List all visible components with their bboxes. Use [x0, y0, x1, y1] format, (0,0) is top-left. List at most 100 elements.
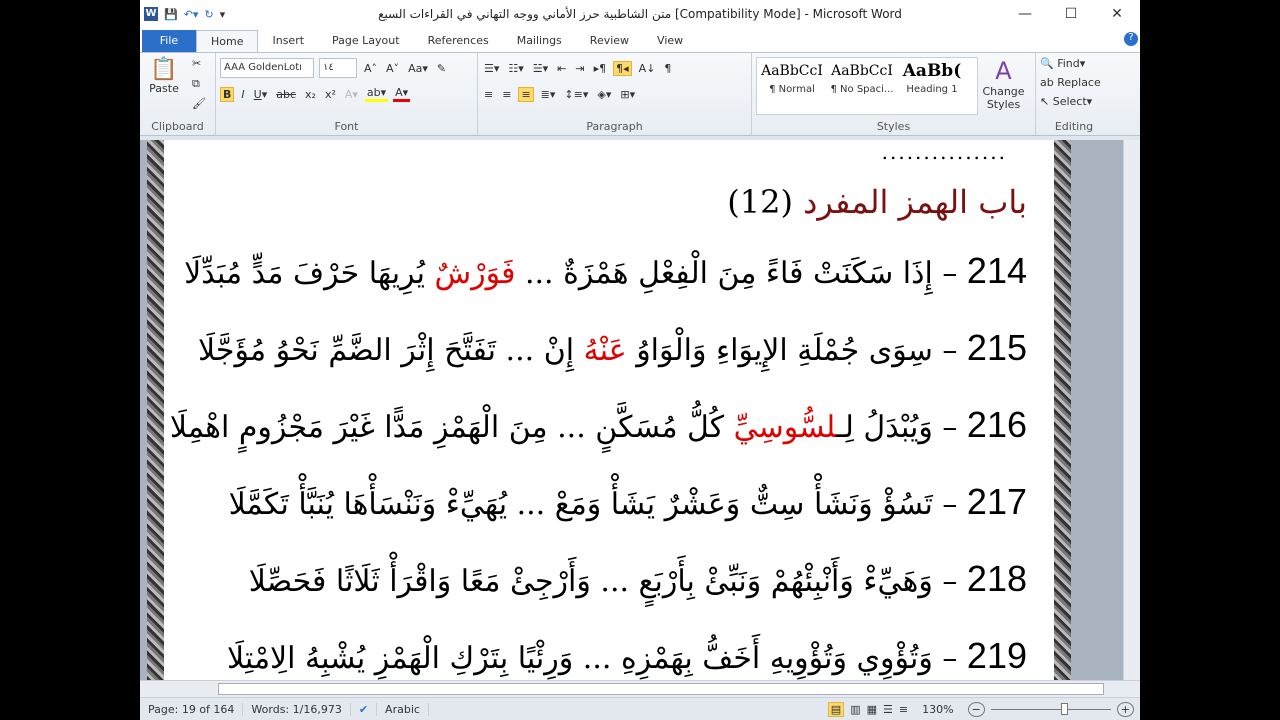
shrink-font-icon[interactable]: A˅: [384, 62, 401, 75]
style-no-spacing[interactable]: AaBbCcI ¶ No Spaci...: [827, 58, 897, 95]
zoom-in-icon[interactable]: +: [1116, 701, 1134, 717]
style-sample: AaBbCcI: [831, 63, 893, 79]
tab-references[interactable]: References: [414, 30, 503, 52]
styles-group: AaBbCcI ¶ Normal AaBbCcI ¶ No Spaci... AaBb(…: [752, 53, 1036, 135]
zoom-out-icon[interactable]: −: [967, 701, 985, 717]
verse-line: 219 – وَتُؤْوِي وَتُؤْوِيهِ أَخَفُّ بِهَ…: [227, 635, 1027, 676]
italic-button[interactable]: I: [239, 88, 246, 101]
align-left-icon[interactable]: ≡: [482, 88, 495, 101]
bullets-icon[interactable]: ☰▾: [482, 62, 501, 75]
rtl-icon[interactable]: ¶◂: [613, 60, 632, 76]
grow-font-icon[interactable]: A˄: [362, 62, 379, 75]
horizontal-scrollbar[interactable]: [140, 680, 1140, 697]
replace-button[interactable]: ab Replace: [1040, 76, 1108, 89]
word-window: W 💾 ↶▾ ↻ ▾ متن الشاطبية حرز الأماني ووجه…: [140, 0, 1140, 720]
ltr-icon[interactable]: ▸¶: [592, 62, 609, 75]
change-case-icon[interactable]: Aa▾: [406, 62, 430, 75]
paste-label: Paste: [149, 82, 179, 95]
web-layout-icon[interactable]: ▦: [867, 703, 877, 716]
tab-file[interactable]: File: [142, 30, 196, 52]
numbering-icon[interactable]: ☷▾: [506, 62, 525, 75]
verse-text: سِوَى جُمْلَةِ الإِيوَاءِ وَالْوَاوُ: [626, 333, 933, 368]
chapter-heading: باب الهمز المفرد (12): [177, 172, 1027, 232]
zoom-slider-thumb[interactable]: [1060, 702, 1068, 715]
vertical-scrollbar[interactable]: [1123, 140, 1140, 680]
full-screen-icon[interactable]: ▥: [850, 703, 860, 716]
subscript-button[interactable]: x₂: [303, 88, 318, 101]
clear-format-icon[interactable]: ✎: [435, 62, 448, 75]
bold-button[interactable]: B: [220, 86, 235, 102]
borders-icon[interactable]: ⊞▾: [618, 88, 637, 101]
tab-insert[interactable]: Insert: [258, 30, 318, 52]
font-size-select[interactable]: ١٤: [319, 58, 357, 78]
ribbon-tabs: File Home Insert Page Layout References …: [140, 28, 1140, 52]
tab-view[interactable]: View: [643, 30, 697, 52]
style-sample: AaBb(: [902, 61, 962, 81]
close-button[interactable]: ✕: [1094, 0, 1140, 28]
tab-home[interactable]: Home: [196, 30, 259, 52]
font-name-select[interactable]: AAA GoldenLotı: [220, 58, 314, 78]
style-heading-1[interactable]: AaBb(Heading 1: [897, 58, 967, 95]
superscript-button[interactable]: x²: [323, 88, 338, 101]
language[interactable]: Arabic: [377, 702, 429, 716]
shading-icon[interactable]: ◈▾: [595, 88, 613, 101]
editing-group: 🔍 Find▾ ab Replace ↖ Select▾ Editing: [1036, 53, 1112, 135]
zoom-slider[interactable]: [990, 702, 1111, 715]
proofing-icon[interactable]: ✔: [351, 702, 378, 716]
verse-number: 214: [966, 250, 1027, 291]
page-border-right: [1054, 140, 1071, 680]
style-name: ¶ No Spaci...: [830, 84, 894, 95]
select-button[interactable]: ↖ Select▾: [1040, 95, 1108, 108]
highlight-icon[interactable]: ab▾: [364, 86, 389, 102]
strikethrough-button[interactable]: abc: [274, 88, 298, 101]
page-count[interactable]: Page: 19 of 164: [140, 702, 244, 716]
paragraph-label: Paragraph: [586, 120, 643, 133]
show-marks-icon[interactable]: ¶: [662, 62, 673, 75]
style-normal[interactable]: AaBbCcI ¶ Normal: [757, 58, 827, 95]
verse-text: وَيُبْدَلُ لِـ: [835, 410, 933, 445]
format-painter-icon[interactable]: 🖌: [192, 97, 206, 110]
underline-button[interactable]: U▾: [252, 88, 270, 101]
decrease-indent-icon[interactable]: ⇤: [555, 62, 568, 75]
tab-review[interactable]: Review: [576, 30, 643, 52]
zoom-level[interactable]: 130%: [914, 703, 961, 716]
copy-icon[interactable]: ⧉: [192, 77, 200, 91]
align-right-icon[interactable]: ≡: [518, 86, 534, 102]
justify-icon[interactable]: ≣▾: [539, 88, 558, 101]
verse-text: كُلُّ مُسَكَّنٍ ... مِنَ الْهَمْزِ مَدًّ…: [169, 410, 734, 445]
help-icon[interactable]: ?: [1124, 32, 1138, 46]
tab-page-layout[interactable]: Page Layout: [318, 30, 414, 52]
editing-label: Editing: [1054, 120, 1094, 133]
select-label: Select: [1052, 95, 1087, 108]
heading-text: باب الهمز المفرد: [803, 183, 1027, 221]
outline-icon[interactable]: ☰: [883, 703, 893, 716]
find-button[interactable]: 🔍 Find▾: [1040, 57, 1108, 70]
font-color-icon[interactable]: A▾: [393, 86, 411, 102]
status-bar: Page: 19 of 164 Words: 1/16,973 ✔ Arabic…: [140, 697, 1140, 720]
verse-line: 216 – وَيُبْدَلُ لِـلسُّوسِيِّ كُلُّ مُس…: [169, 404, 1027, 445]
verse-text: إِذَا سَكَنَتْ فَاءً مِنَ الْفِعْلِ هَمْ…: [515, 256, 933, 291]
text-effects-icon[interactable]: A▾: [343, 88, 360, 101]
tab-mailings[interactable]: Mailings: [503, 30, 576, 52]
font-label: Font: [334, 120, 359, 133]
print-layout-icon[interactable]: ▤: [827, 701, 845, 717]
verse-number: 215: [966, 327, 1027, 368]
draft-icon[interactable]: ≡: [899, 703, 908, 716]
document-page[interactable]: ............... باب الهمز المفرد (12) 21…: [147, 140, 1071, 680]
verse-highlight: فَوَرْشٌ: [434, 256, 516, 291]
increase-indent-icon[interactable]: ⇥: [573, 62, 586, 75]
scroll-thumb[interactable]: [218, 683, 1104, 695]
maximize-button[interactable]: ☐: [1048, 0, 1094, 28]
multilevel-icon[interactable]: ☱▾: [531, 62, 550, 75]
title-bar: W 💾 ↶▾ ↻ ▾ متن الشاطبية حرز الأماني ووجه…: [140, 0, 1140, 28]
line-spacing-icon[interactable]: ↕≡▾: [562, 88, 590, 101]
cut-icon[interactable]: ✂: [192, 57, 201, 70]
change-styles-button[interactable]: A Change Styles: [982, 57, 1026, 111]
sort-icon[interactable]: A↓: [637, 62, 658, 75]
paste-button[interactable]: 📋 Paste: [144, 57, 184, 95]
minimize-button[interactable]: —: [1002, 0, 1048, 28]
verse-line: 215 – سِوَى جُمْلَةِ الإِيوَاءِ وَالْوَا…: [198, 327, 1027, 368]
align-center-icon[interactable]: ≡: [500, 88, 513, 101]
change-styles-icon: A: [995, 57, 1012, 85]
word-count[interactable]: Words: 1/16,973: [243, 702, 351, 716]
